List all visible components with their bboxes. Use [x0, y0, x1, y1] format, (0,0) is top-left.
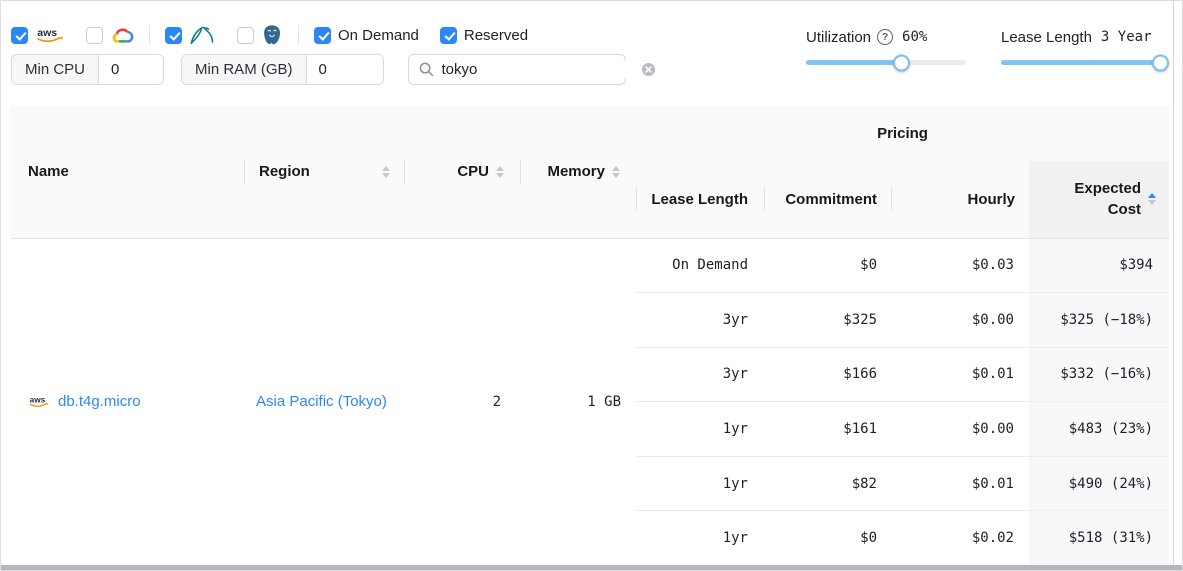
commitment-value: $82 [764, 456, 891, 511]
region-link[interactable]: Asia Pacific (Tokyo) [256, 393, 387, 410]
lease-length-label: Lease Length [1001, 29, 1092, 46]
memory-cell: 1 GB [520, 238, 636, 566]
min-cpu-label: Min CPU [12, 55, 99, 84]
search-input[interactable] [442, 61, 641, 78]
column-header-lease-length-label: Lease Length [651, 191, 748, 208]
reserved-checkbox[interactable] [440, 27, 457, 44]
hourly-value: $0.00 [891, 293, 1029, 348]
column-header-region[interactable]: Region [244, 106, 404, 238]
column-header-commitment-label: Commitment [785, 191, 877, 208]
hourly-value: $0.03 [891, 238, 1029, 293]
hourly-value: $0.01 [891, 456, 1029, 511]
column-header-expected-cost[interactable]: Expected Cost [1029, 161, 1169, 238]
reserved-label: Reserved [464, 27, 528, 44]
commitment-value: $0 [764, 511, 891, 566]
sort-icon [496, 166, 504, 178]
column-header-commitment: Commitment [764, 161, 891, 238]
expected-cost-value: $518 (31%) [1029, 511, 1169, 566]
filter-divider [149, 25, 150, 45]
commitment-value: $325 [764, 293, 891, 348]
min-cpu-group: Min CPU [11, 54, 164, 85]
utilization-slider-thumb[interactable] [893, 54, 910, 71]
expected-cost-value: $325 (−18%) [1029, 293, 1169, 348]
lease-length-value: 1yr [636, 402, 764, 457]
svg-text:aws: aws [30, 396, 46, 405]
aws-provider-checkbox[interactable] [11, 27, 28, 44]
sort-icon-active [1148, 193, 1156, 205]
min-ram-input[interactable] [307, 55, 383, 84]
hourly-value: $0.01 [891, 347, 1029, 402]
table-row: aws db.t4g.micro Asia Pacific (Tokyo) 2 [11, 238, 1169, 293]
lease-length-value: 3yr [636, 347, 764, 402]
column-header-name: Name [11, 106, 244, 238]
lease-length-value: 3 Year [1101, 29, 1152, 45]
lease-length-slider[interactable] [1001, 60, 1161, 65]
filter-input-row: Min CPU Min RAM (GB) [11, 54, 626, 85]
sort-icon [612, 166, 620, 178]
app-window: aws [0, 0, 1183, 571]
utilization-value: 60% [902, 29, 927, 45]
expected-cost-value: $394 [1029, 238, 1169, 293]
vertical-scrollbar[interactable] [1173, 1, 1174, 565]
lease-length-slider-group: Lease Length 3 Year [1001, 27, 1161, 65]
aws-logo-icon: aws [28, 394, 50, 409]
svg-text:aws: aws [37, 26, 57, 38]
utilization-slider-group: Utilization ? 60% [806, 27, 966, 65]
sort-icon [382, 166, 390, 178]
pricing-group-header: Pricing [636, 106, 1169, 161]
column-header-expected-cost-label: Expected Cost [1061, 178, 1141, 220]
column-header-lease-length: Lease Length [636, 161, 764, 238]
commitment-value: $166 [764, 347, 891, 402]
filter-bar: aws [1, 1, 1182, 106]
horizontal-scrollbar[interactable] [1, 565, 1182, 570]
hourly-value: $0.00 [891, 402, 1029, 457]
utilization-slider[interactable] [806, 60, 966, 65]
gcp-provider-checkbox[interactable] [86, 27, 103, 44]
search-icon [419, 62, 434, 77]
column-header-memory-label: Memory [547, 163, 605, 180]
lease-length-value: 3yr [636, 293, 764, 348]
gcp-logo-icon [110, 25, 134, 45]
postgresql-engine-checkbox[interactable] [237, 27, 254, 44]
column-header-cpu-label: CPU [457, 163, 489, 180]
on-demand-checkbox[interactable] [314, 27, 331, 44]
min-cpu-input[interactable] [99, 55, 163, 84]
hourly-value: $0.02 [891, 511, 1029, 566]
expected-cost-value: $332 (−16%) [1029, 347, 1169, 402]
column-header-hourly: Hourly [891, 161, 1029, 238]
utilization-label: Utilization [806, 29, 871, 46]
filter-checkbox-row: aws [11, 24, 528, 46]
min-ram-group: Min RAM (GB) [181, 54, 384, 85]
instance-name-cell: aws db.t4g.micro [11, 238, 244, 566]
column-header-memory[interactable]: Memory [520, 106, 636, 238]
lease-length-value: 1yr [636, 456, 764, 511]
filter-divider [298, 25, 299, 45]
cpu-cell: 2 [404, 238, 520, 566]
commitment-value: $0 [764, 238, 891, 293]
lease-length-value: On Demand [636, 238, 764, 293]
region-cell: Asia Pacific (Tokyo) [244, 238, 404, 566]
results-table: Name Region CPU [11, 106, 1169, 566]
column-header-cpu[interactable]: CPU [404, 106, 520, 238]
mysql-logo-icon [189, 25, 216, 46]
expected-cost-value: $483 (23%) [1029, 402, 1169, 457]
search-clear-icon[interactable] [641, 62, 656, 77]
aws-logo-icon: aws [35, 26, 65, 45]
min-ram-label: Min RAM (GB) [182, 55, 307, 84]
on-demand-label: On Demand [338, 27, 419, 44]
column-header-region-label: Region [259, 163, 310, 180]
expected-cost-value: $490 (24%) [1029, 456, 1169, 511]
search-box[interactable] [408, 54, 626, 85]
postgresql-logo-icon [261, 24, 283, 46]
commitment-value: $161 [764, 402, 891, 457]
column-header-hourly-label: Hourly [967, 191, 1015, 208]
mysql-engine-checkbox[interactable] [165, 27, 182, 44]
help-icon[interactable]: ? [877, 29, 893, 45]
lease-length-value: 1yr [636, 511, 764, 566]
lease-length-slider-thumb[interactable] [1152, 54, 1169, 71]
instance-name-link[interactable]: db.t4g.micro [58, 393, 141, 410]
